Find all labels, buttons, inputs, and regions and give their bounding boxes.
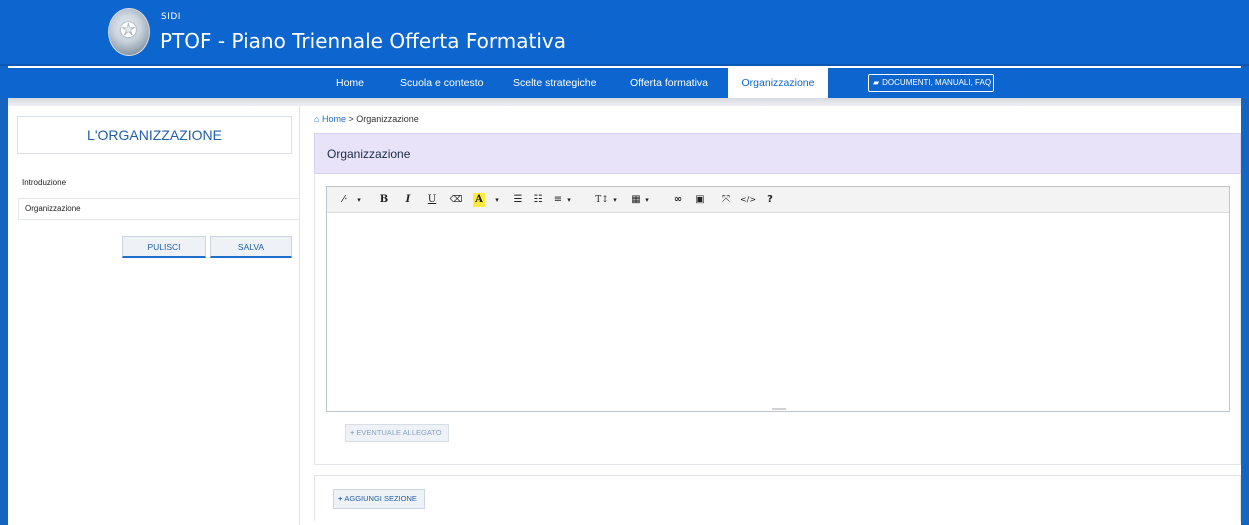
sidebar-item-organizzazione[interactable]: Organizzazione [18, 198, 300, 220]
fullscreen-icon[interactable]: ⤧ [719, 187, 733, 213]
nav-item-scuola-contesto[interactable]: Scuola e contesto [400, 68, 483, 98]
text-height-icon[interactable]: T↕ [593, 187, 611, 213]
editor-content-area[interactable] [327, 214, 1229, 404]
chevron-down-icon[interactable]: ▾ [565, 187, 573, 213]
breadcrumb: ⌂ Home > Organizzazione [314, 114, 419, 124]
app-title: PTOF - Piano Triennale Offerta Formativa [160, 29, 566, 53]
magic-wand-icon[interactable]: ⁄⋅ [335, 187, 355, 213]
book-icon: ▰ [873, 78, 880, 87]
panel-body: ⁄⋅ ▾ B I U ⌫ A ▾ ☰ ☷ ≡ ▾ T↕ ▾ ▦ ▾ ∞ ▣ ⤧ … [314, 174, 1241, 465]
chevron-down-icon[interactable]: ▾ [355, 187, 363, 213]
chevron-down-icon[interactable]: ▾ [611, 187, 619, 213]
panel-title: Organizzazione [314, 133, 1241, 174]
italic-icon[interactable]: I [401, 187, 415, 213]
sidebar: L'ORGANIZZAZIONE Introduzione Organizzaz… [8, 106, 300, 525]
help-icon[interactable]: ? [763, 187, 777, 213]
italian-republic-emblem-icon: ✪ [108, 8, 150, 56]
clear-button[interactable]: PULISCI [122, 236, 206, 258]
plus-icon: + [338, 494, 343, 503]
eraser-icon[interactable]: ⌫ [449, 187, 463, 213]
editor-resize-handle[interactable] [772, 408, 786, 410]
sidebar-title: L'ORGANIZZAZIONE [17, 116, 292, 154]
ordered-list-icon[interactable]: ☷ [531, 187, 545, 213]
nav-item-offerta-formativa[interactable]: Offerta formativa [630, 68, 708, 98]
docs-manuals-faq-button[interactable]: ▰ DOCUMENTI, MANUALI, FAQ [868, 74, 994, 92]
unordered-list-icon[interactable]: ☰ [511, 187, 525, 213]
add-section-label: AGGIUNGI SEZIONE [344, 494, 417, 503]
link-icon[interactable]: ∞ [671, 187, 685, 213]
align-icon[interactable]: ≡ [551, 187, 565, 213]
nav-item-organizzazione[interactable]: Organizzazione [728, 68, 828, 98]
bold-icon[interactable]: B [377, 187, 391, 213]
breadcrumb-separator: > [348, 114, 354, 124]
rich-text-editor[interactable]: ⁄⋅ ▾ B I U ⌫ A ▾ ☰ ☷ ≡ ▾ T↕ ▾ ▦ ▾ ∞ ▣ ⤧ … [326, 186, 1230, 412]
code-view-icon[interactable]: </> [739, 187, 757, 213]
add-section-button[interactable]: + AGGIUNGI SEZIONE [333, 489, 425, 509]
editor-toolbar: ⁄⋅ ▾ B I U ⌫ A ▾ ☰ ☷ ≡ ▾ T↕ ▾ ▦ ▾ ∞ ▣ ⤧ … [327, 187, 1229, 213]
attachment-label: EVENTUALE ALLEGATO [356, 428, 442, 437]
image-icon[interactable]: ▣ [693, 187, 707, 213]
sidebar-heading: Introduzione [22, 178, 67, 187]
highlight-color-icon[interactable]: A [473, 193, 485, 207]
attachment-button[interactable]: + EVENTUALE ALLEGATO [345, 424, 449, 442]
app-header: ✪ SIDI PTOF - Piano Triennale Offerta Fo… [0, 0, 1249, 66]
breadcrumb-current: Organizzazione [356, 114, 419, 124]
plus-icon: + [350, 428, 355, 437]
nav-item-scelte-strategiche[interactable]: Scelte strategiche [513, 68, 596, 98]
nav-shadow [8, 98, 1241, 106]
save-button[interactable]: SALVA [210, 236, 292, 258]
add-section-container [314, 475, 1241, 521]
underline-icon[interactable]: U [425, 187, 439, 213]
breadcrumb-home-link[interactable]: Home [322, 114, 346, 124]
home-icon[interactable]: ⌂ [314, 114, 319, 124]
chevron-down-icon[interactable]: ▾ [643, 187, 651, 213]
nav-item-home[interactable]: Home [336, 68, 364, 98]
chevron-down-icon[interactable]: ▾ [493, 187, 501, 213]
table-icon[interactable]: ▦ [629, 187, 643, 213]
main-nav: Home Scuola e contesto Scelte strategich… [0, 68, 1249, 98]
docs-label: DOCUMENTI, MANUALI, FAQ [882, 78, 992, 87]
sidi-label: SIDI [161, 12, 181, 22]
star-icon: ✪ [120, 18, 137, 42]
